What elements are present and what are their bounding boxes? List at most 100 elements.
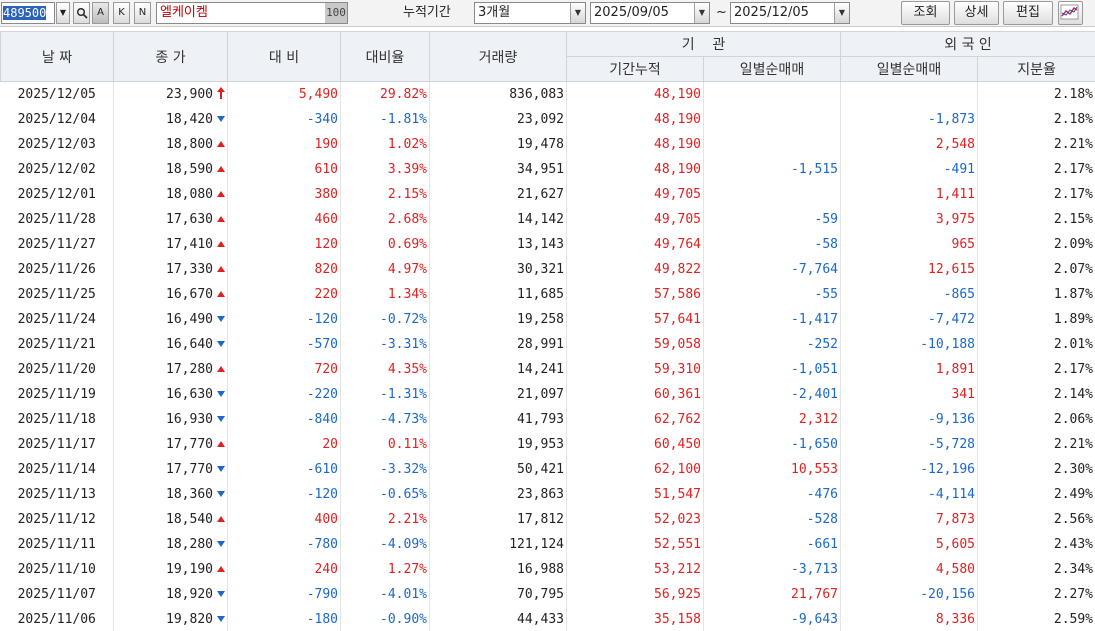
table-row[interactable]: 2025/12/01 18,080 380 2.15% 21,627 49,705 1,41… — [0, 181, 1095, 207]
toolbar: 489500 ▼ A K N 엘케이켐 100 누적기간 3개월 ▼ 2025/… — [0, 0, 1095, 27]
cell-inst-daily — [703, 81, 841, 107]
table-row[interactable]: 2025/11/18 16,930 -840 -4.73% 41,793 62,762 2,… — [0, 406, 1095, 432]
close-value: 16,640 — [166, 336, 213, 352]
stock-code-input[interactable]: 489500 — [1, 2, 55, 24]
table-row[interactable]: 2025/11/24 16,490 -120 -0.72% 19,258 57,641 -1… — [0, 306, 1095, 332]
header-change[interactable]: 대 비 — [227, 31, 341, 82]
cell-volume: 19,478 — [429, 131, 567, 157]
cell-close: 23,900 — [113, 81, 228, 107]
k-button[interactable]: K — [113, 2, 130, 24]
close-value: 17,410 — [166, 236, 213, 252]
header-foreign-daily[interactable]: 일별순매매 — [840, 56, 978, 82]
cell-close: 18,080 — [113, 181, 228, 207]
cell-inst-daily — [703, 181, 841, 207]
cell-foreign-holding: 2.43% — [977, 531, 1095, 557]
table-row[interactable]: 2025/12/04 18,420 -340 -1.81% 23,092 48,190 -1… — [0, 106, 1095, 132]
table-row[interactable]: 2025/11/28 17,630 460 2.68% 14,142 49,705 -59 3… — [0, 206, 1095, 232]
cell-change-rate: 2.68% — [340, 206, 430, 232]
cell-foreign-holding: 2.17% — [977, 356, 1095, 382]
cell-inst-daily: -528 — [703, 506, 841, 532]
cell-inst-cumulative: 56,925 — [566, 581, 704, 607]
cell-inst-cumulative: 53,212 — [566, 556, 704, 582]
up-triangle-icon — [217, 265, 225, 272]
table-row[interactable]: 2025/11/27 17,410 120 0.69% 13,143 49,764 -58 9… — [0, 231, 1095, 257]
grid-body: 2025/12/05 23,900 5,490 29.82% 836,083 48,190… — [0, 81, 1095, 631]
cell-foreign-daily: 3,975 — [840, 206, 978, 232]
header-volume[interactable]: 거래량 — [429, 31, 567, 82]
table-row[interactable]: 2025/11/07 18,920 -790 -4.01% 70,795 56,925 21… — [0, 581, 1095, 607]
cell-foreign-daily: -865 — [840, 281, 978, 307]
table-row[interactable]: 2025/12/05 23,900 5,490 29.82% 836,083 48,190… — [0, 81, 1095, 107]
cell-date: 2025/11/28 — [0, 206, 114, 232]
down-triangle-icon — [217, 465, 225, 472]
cell-inst-daily — [703, 106, 841, 132]
header-date[interactable]: 날 짜 — [0, 31, 114, 82]
close-value: 18,590 — [166, 161, 213, 177]
header-change-rate[interactable]: 대비율 — [340, 31, 430, 82]
cell-change: -610 — [227, 456, 341, 482]
stock-name-field[interactable]: 엘케이켐 100 — [156, 2, 348, 24]
from-date-input[interactable]: 2025/09/05 ▼ — [590, 2, 710, 24]
cell-close: 16,930 — [113, 406, 228, 432]
table-row[interactable]: 2025/11/06 19,820 -180 -0.90% 44,433 35,158 -9… — [0, 606, 1095, 631]
cell-foreign-holding: 2.21% — [977, 431, 1095, 457]
cell-change: -780 — [227, 531, 341, 557]
header-inst-daily[interactable]: 일별순매매 — [703, 56, 841, 82]
period-select[interactable]: 3개월 ▼ — [474, 2, 586, 24]
chart-button[interactable] — [1058, 1, 1083, 25]
table-row[interactable]: 2025/11/17 17,770 20 0.11% 19,953 60,450 -1,65… — [0, 431, 1095, 457]
header-inst-cumulative[interactable]: 기간누적 — [566, 56, 704, 82]
table-row[interactable]: 2025/11/13 18,360 -120 -0.65% 23,863 51,547 -4… — [0, 481, 1095, 507]
cell-inst-daily: -58 — [703, 231, 841, 257]
header-close[interactable]: 종 가 — [113, 31, 228, 82]
header-foreign-holding[interactable]: 지분율 — [976, 56, 1095, 82]
table-row[interactable]: 2025/11/12 18,540 400 2.21% 17,812 52,023 -528… — [0, 506, 1095, 532]
cell-inst-cumulative: 49,822 — [566, 256, 704, 282]
table-row[interactable]: 2025/11/21 16,640 -570 -3.31% 28,991 59,058 -2… — [0, 331, 1095, 357]
close-value: 17,330 — [166, 261, 213, 277]
n-button[interactable]: N — [134, 2, 151, 24]
up-triangle-icon — [217, 565, 225, 572]
cell-change: 240 — [227, 556, 341, 582]
cell-inst-cumulative: 62,100 — [566, 456, 704, 482]
stock-name-field-number[interactable]: 100 — [325, 3, 347, 23]
chevron-down-icon: ▼ — [834, 3, 849, 23]
table-row[interactable]: 2025/12/02 18,590 610 3.39% 34,951 48,190 -1,5… — [0, 156, 1095, 182]
table-row[interactable]: 2025/11/10 19,190 240 1.27% 16,988 53,212 -3,7… — [0, 556, 1095, 582]
table-row[interactable]: 2025/11/11 18,280 -780 -4.09% 121,124 52,551-… — [0, 531, 1095, 557]
cell-change-rate: 1.02% — [340, 131, 430, 157]
table-row[interactable]: 2025/11/25 16,670 220 1.34% 11,685 57,586 -55-… — [0, 281, 1095, 307]
cell-date: 2025/11/25 — [0, 281, 114, 307]
search-button[interactable] — [73, 2, 90, 24]
detail-button[interactable]: 상세 — [954, 1, 999, 25]
header-foreign[interactable]: 외 국 인 — [839, 31, 1095, 57]
table-row[interactable]: 2025/11/14 17,770 -610 -3.32% 50,421 62,100 10… — [0, 456, 1095, 482]
cell-inst-cumulative: 48,190 — [566, 106, 704, 132]
header-institution[interactable]: 기 관 — [566, 31, 841, 57]
cell-inst-cumulative: 48,190 — [566, 81, 704, 107]
from-date-value: 2025/09/05 — [594, 5, 669, 20]
cell-change-rate: -4.09% — [340, 531, 430, 557]
cell-foreign-holding: 2.18% — [977, 81, 1095, 107]
date-range-tilde: ~ — [716, 5, 727, 20]
cell-inst-cumulative: 59,310 — [566, 356, 704, 382]
cell-foreign-daily: 2,548 — [840, 131, 978, 157]
query-button[interactable]: 조회 — [901, 1, 950, 25]
cell-volume: 28,991 — [429, 331, 567, 357]
close-value: 16,930 — [166, 411, 213, 427]
code-dropdown-button[interactable]: ▼ — [56, 2, 70, 24]
data-grid[interactable]: 날 짜 종 가 대 비 대비율 거래량 기 관 외 국 인 기간누적 일별순매매… — [0, 31, 1095, 631]
chevron-down-icon: ▼ — [694, 3, 709, 23]
table-row[interactable]: 2025/11/20 17,280 720 4.35% 14,241 59,310 -1,0… — [0, 356, 1095, 382]
cell-close: 17,770 — [113, 431, 228, 457]
edit-button[interactable]: 편집 — [1003, 1, 1053, 25]
cell-foreign-daily — [840, 81, 978, 107]
cell-foreign-daily: -12,196 — [840, 456, 978, 482]
table-row[interactable]: 2025/12/03 18,800 190 1.02% 19,478 48,190 2,54… — [0, 131, 1095, 157]
cell-close: 18,920 — [113, 581, 228, 607]
cell-foreign-daily: -5,728 — [840, 431, 978, 457]
table-row[interactable]: 2025/11/26 17,330 820 4.97% 30,321 49,822 -7,7… — [0, 256, 1095, 282]
table-row[interactable]: 2025/11/19 16,630 -220 -1.31% 21,097 60,361 -2… — [0, 381, 1095, 407]
a-button[interactable]: A — [92, 2, 109, 24]
to-date-input[interactable]: 2025/12/05 ▼ — [730, 2, 850, 24]
